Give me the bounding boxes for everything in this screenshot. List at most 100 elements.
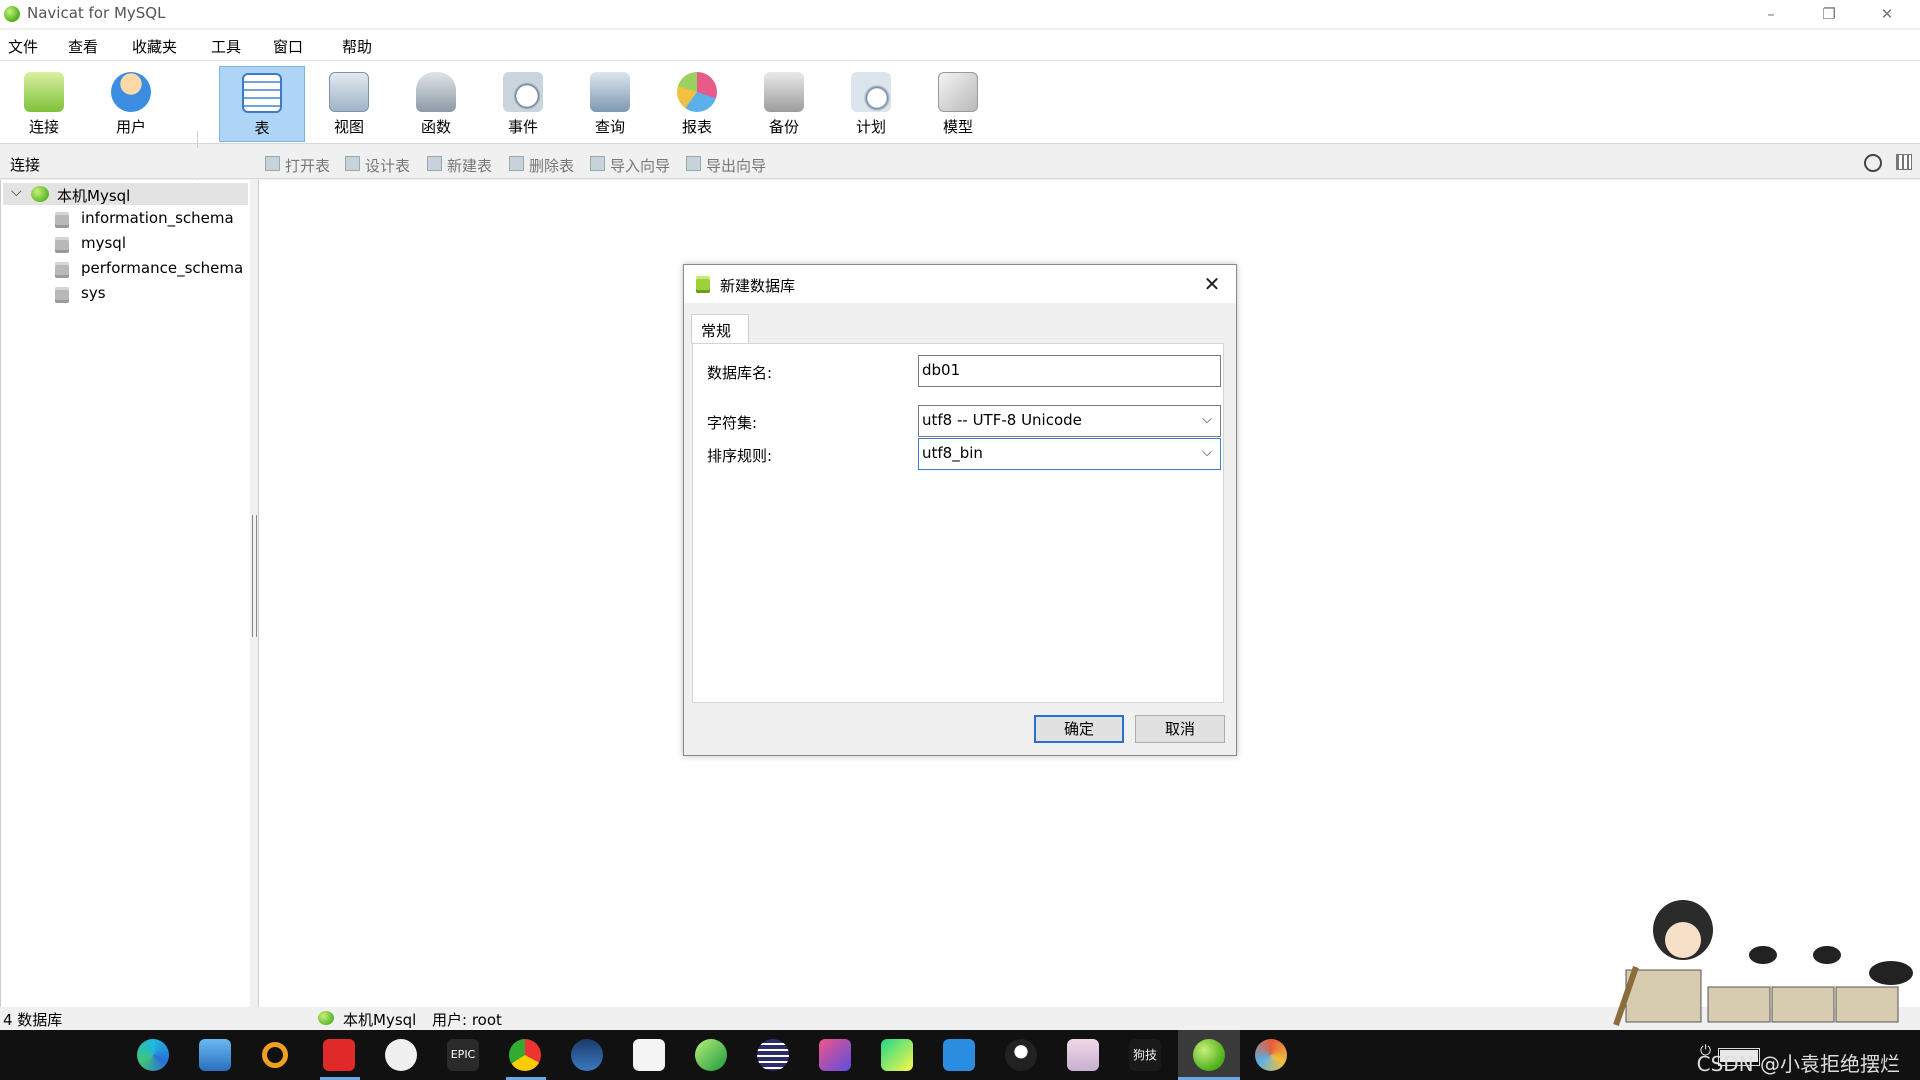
report-icon (677, 72, 717, 112)
design-table-icon (345, 156, 360, 171)
netease-music-icon[interactable] (323, 1039, 355, 1071)
collation-label: 排序规则: (707, 447, 773, 465)
chrome-icon[interactable] (509, 1039, 541, 1071)
ok-button[interactable]: 确定 (1034, 715, 1124, 743)
csdn-watermark: CSDN @小袁拒绝摆烂 (1696, 1052, 1900, 1076)
database-icon (696, 276, 710, 293)
search-icon[interactable] (1864, 154, 1882, 172)
menu-help[interactable]: 帮助 (342, 36, 372, 57)
database-name-label: 数据库名: (707, 364, 773, 382)
dialog-title-bar: 新建数据库 ✕ (684, 265, 1236, 303)
vscode-icon[interactable] (943, 1039, 975, 1071)
steam-icon[interactable] (571, 1039, 603, 1071)
toolbar-model-button[interactable]: 模型 (915, 66, 1001, 142)
open-table-button[interactable]: 打开表 (265, 155, 330, 176)
splitter-grip[interactable] (252, 515, 257, 637)
menu-window[interactable]: 窗口 (273, 36, 303, 57)
intellij-icon[interactable] (819, 1039, 851, 1071)
function-icon (416, 72, 456, 112)
taskbar: EPIC 狗技 (0, 1030, 1920, 1080)
minimize-button[interactable]: – (1742, 0, 1800, 28)
search-app-icon[interactable] (262, 1042, 288, 1068)
database-icon (55, 287, 69, 303)
new-table-icon (427, 156, 442, 171)
thunder-icon[interactable] (633, 1039, 665, 1071)
connection-icon (31, 186, 49, 202)
status-connection: 本机Mysql (343, 1011, 417, 1029)
close-window-button[interactable]: ✕ (1858, 0, 1916, 28)
epic-games-icon[interactable]: EPIC (447, 1039, 479, 1071)
tree-connection-root[interactable]: ⌵ 本机Mysql (3, 183, 248, 205)
chevron-down-icon: ⌵ (1202, 412, 1212, 427)
chevron-down-icon: ⌵ (1202, 445, 1212, 460)
anime-app-icon[interactable] (1067, 1039, 1099, 1071)
view-icon (329, 72, 369, 112)
toolbar-backup-button[interactable]: 备份 (741, 66, 827, 142)
wechat-icon[interactable] (385, 1039, 417, 1071)
toolbar-function-button[interactable]: 函数 (393, 66, 479, 142)
game-app-icon[interactable] (1255, 1039, 1287, 1071)
connection-icon (318, 1011, 334, 1025)
toolbar-connect-button[interactable]: 连接 (1, 66, 87, 142)
dialog-close-button[interactable]: ✕ (1198, 270, 1226, 298)
menu-bar: 文件 查看 收藏夹 工具 窗口 帮助 (0, 30, 1920, 61)
status-user: 用户: root (432, 1011, 502, 1029)
cancel-button[interactable]: 取消 (1135, 715, 1225, 743)
menu-file[interactable]: 文件 (8, 36, 38, 57)
backup-icon (764, 72, 804, 112)
main-toolbar: 连接 用户 表 视图 函数 事件 查询 报表 备份 计划 模型 (0, 61, 1920, 197)
panel-splitter[interactable] (250, 180, 258, 1007)
navicat-logo-icon (4, 6, 20, 22)
grid-view-icon[interactable] (1896, 154, 1912, 170)
collation-select[interactable]: utf8_bin ⌵ (918, 438, 1221, 470)
model-icon (938, 72, 978, 112)
window-title: Navicat for MySQL (27, 4, 166, 22)
green-app-icon[interactable] (695, 1039, 727, 1071)
new-database-dialog: 新建数据库 ✕ 常规 数据库名: db01 字符集: utf8 -- UTF-8… (683, 264, 1237, 756)
object-toolbar: 连接 打开表 设计表 新建表 删除表 导入向导 导出向导 (0, 148, 1920, 179)
user-icon (111, 72, 151, 112)
toolbar-table-button[interactable]: 表 (219, 66, 305, 142)
menu-view[interactable]: 查看 (68, 36, 98, 57)
charset-select[interactable]: utf8 -- UTF-8 Unicode ⌵ (918, 405, 1221, 437)
chevron-down-icon[interactable]: ⌵ (11, 184, 22, 200)
pycharm-icon[interactable] (881, 1039, 913, 1071)
menu-favorites[interactable]: 收藏夹 (132, 36, 177, 57)
charset-label: 字符集: (707, 414, 758, 432)
mod-box-icon[interactable]: 狗技 (1129, 1039, 1161, 1071)
connect-icon (24, 72, 64, 112)
menu-tools[interactable]: 工具 (211, 36, 241, 57)
toolbar-view-button[interactable]: 视图 (306, 66, 392, 142)
connection-name: 本机Mysql (57, 187, 131, 205)
toolbar-schedule-button[interactable]: 计划 (828, 66, 914, 142)
tab-general[interactable]: 常规 (691, 314, 749, 344)
toolbar-report-button[interactable]: 报表 (654, 66, 740, 142)
navicat-icon[interactable] (1193, 1039, 1225, 1071)
design-table-button[interactable]: 设计表 (345, 155, 410, 176)
toolbar-query-button[interactable]: 查询 (567, 66, 653, 142)
general-tab-panel: 数据库名: db01 字符集: utf8 -- UTF-8 Unicode ⌵ … (692, 343, 1224, 703)
new-table-button[interactable]: 新建表 (427, 155, 492, 176)
database-icon (55, 262, 69, 278)
connection-section-label: 连接 (10, 156, 41, 174)
schedule-icon (851, 72, 891, 112)
eclipse-icon[interactable] (757, 1039, 789, 1071)
restore-button[interactable]: ❐ (1800, 0, 1858, 28)
qq-icon[interactable] (1005, 1039, 1037, 1071)
database-icon (55, 212, 69, 228)
title-bar: Navicat for MySQL – ❐ ✕ (0, 0, 1920, 28)
desktop-mascot-image (1613, 900, 1913, 1026)
edge-icon[interactable] (137, 1039, 169, 1071)
database-name-input[interactable]: db01 (918, 355, 1221, 387)
delete-table-icon (509, 156, 524, 171)
toolbar-event-button[interactable]: 事件 (480, 66, 566, 142)
files-icon[interactable] (199, 1039, 231, 1071)
database-count: 4 数据库 (3, 1011, 63, 1029)
import-wizard-button[interactable]: 导入向导 (590, 155, 670, 176)
delete-table-button[interactable]: 删除表 (509, 155, 574, 176)
export-wizard-button[interactable]: 导出向导 (686, 155, 766, 176)
toolbar-user-button[interactable]: 用户 (88, 66, 174, 142)
table-icon (242, 73, 282, 113)
connection-tree-panel: ⌵ 本机Mysql information_schema mysql perfo… (0, 180, 252, 1007)
database-icon (55, 237, 69, 253)
